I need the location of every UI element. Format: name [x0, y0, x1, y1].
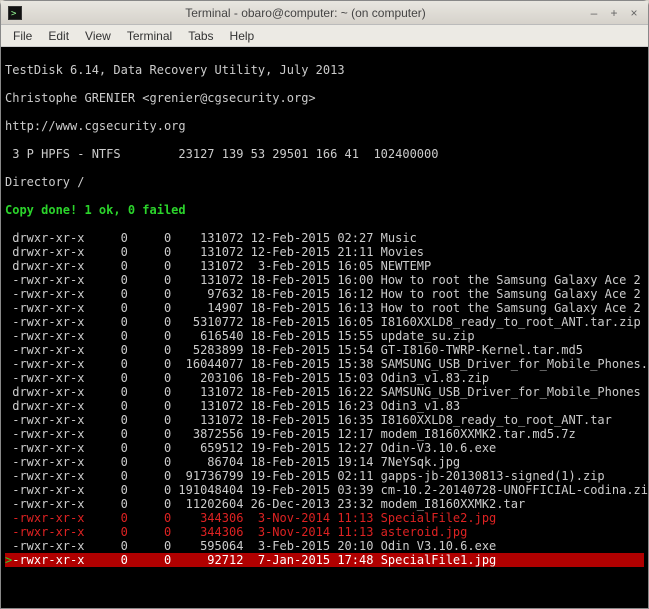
- file-row[interactable]: -rwxr-xr-x 0 0 3872556 19-Feb-2015 12:17…: [5, 427, 644, 441]
- menu-file[interactable]: File: [5, 27, 40, 45]
- directory-line: Directory /: [5, 175, 644, 189]
- app-header-line: TestDisk 6.14, Data Recovery Utility, Ju…: [5, 63, 644, 77]
- menu-view[interactable]: View: [77, 27, 119, 45]
- author-line: Christophe GRENIER <grenier@cgsecurity.o…: [5, 91, 644, 105]
- terminal-icon: >: [7, 5, 23, 21]
- menu-tabs[interactable]: Tabs: [180, 27, 221, 45]
- menu-terminal[interactable]: Terminal: [119, 27, 180, 45]
- file-row[interactable]: -rwxr-xr-x 0 0 616540 18-Feb-2015 15:55 …: [5, 329, 644, 343]
- file-row[interactable]: -rwxr-xr-x 0 0 97632 18-Feb-2015 16:12 H…: [5, 287, 644, 301]
- file-row[interactable]: -rwxr-xr-x 0 0 344306 3-Nov-2014 11:13 a…: [5, 525, 644, 539]
- file-row[interactable]: -rwxr-xr-x 0 0 595064 3-Feb-2015 20:10 O…: [5, 539, 644, 553]
- file-row[interactable]: -rwxr-xr-x 0 0 5310772 18-Feb-2015 16:05…: [5, 315, 644, 329]
- file-row[interactable]: drwxr-xr-x 0 0 131072 18-Feb-2015 16:22 …: [5, 385, 644, 399]
- menubar: FileEditViewTerminalTabsHelp: [1, 25, 648, 47]
- file-row[interactable]: -rwxr-xr-x 0 0 203106 18-Feb-2015 15:03 …: [5, 371, 644, 385]
- file-row[interactable]: -rwxr-xr-x 0 0 659512 19-Feb-2015 12:27 …: [5, 441, 644, 455]
- maximize-button[interactable]: +: [606, 5, 622, 21]
- minimize-button[interactable]: ‒: [586, 5, 602, 21]
- file-row[interactable]: -rwxr-xr-x 0 0 131072 18-Feb-2015 16:00 …: [5, 273, 644, 287]
- menu-edit[interactable]: Edit: [40, 27, 77, 45]
- terminal-window: > Terminal - obaro@computer: ~ (on compu…: [0, 0, 649, 609]
- file-row[interactable]: drwxr-xr-x 0 0 131072 12-Feb-2015 02:27 …: [5, 231, 644, 245]
- url-line: http://www.cgsecurity.org: [5, 119, 644, 133]
- file-row[interactable]: -rwxr-xr-x 0 0 344306 3-Nov-2014 11:13 S…: [5, 511, 644, 525]
- titlebar[interactable]: > Terminal - obaro@computer: ~ (on compu…: [1, 1, 648, 25]
- close-button[interactable]: ×: [626, 5, 642, 21]
- file-row[interactable]: -rwxr-xr-x 0 0 5283899 18-Feb-2015 15:54…: [5, 343, 644, 357]
- file-row[interactable]: drwxr-xr-x 0 0 131072 18-Feb-2015 16:23 …: [5, 399, 644, 413]
- file-row[interactable]: -rwxr-xr-x 0 0 14907 18-Feb-2015 16:13 H…: [5, 301, 644, 315]
- terminal-content[interactable]: TestDisk 6.14, Data Recovery Utility, Ju…: [1, 47, 648, 608]
- file-row[interactable]: -rwxr-xr-x 0 0 91736799 19-Feb-2015 02:1…: [5, 469, 644, 483]
- svg-text:>: >: [11, 9, 17, 19]
- file-row[interactable]: -rwxr-xr-x 0 0 11202604 26-Dec-2013 23:3…: [5, 497, 644, 511]
- blank-line: [5, 581, 644, 595]
- copy-status-line: Copy done! 1 ok, 0 failed: [5, 203, 644, 217]
- file-row[interactable]: >-rwxr-xr-x 0 0 92712 7-Jan-2015 17:48 S…: [5, 553, 644, 567]
- file-row[interactable]: drwxr-xr-x 0 0 131072 12-Feb-2015 21:11 …: [5, 245, 644, 259]
- menu-help[interactable]: Help: [222, 27, 263, 45]
- window-title: Terminal - obaro@computer: ~ (on compute…: [29, 6, 582, 20]
- file-row[interactable]: -rwxr-xr-x 0 0 86704 18-Feb-2015 19:14 7…: [5, 455, 644, 469]
- file-row[interactable]: -rwxr-xr-x 0 0 16044077 18-Feb-2015 15:3…: [5, 357, 644, 371]
- file-row[interactable]: -rwxr-xr-x 0 0 131072 18-Feb-2015 16:35 …: [5, 413, 644, 427]
- file-row[interactable]: drwxr-xr-x 0 0 131072 3-Feb-2015 16:05 N…: [5, 259, 644, 273]
- file-row[interactable]: -rwxr-xr-x 0 0 191048404 19-Feb-2015 03:…: [5, 483, 644, 497]
- file-list[interactable]: drwxr-xr-x 0 0 131072 12-Feb-2015 02:27 …: [5, 231, 644, 567]
- partition-line: 3 P HPFS - NTFS 23127 139 53 29501 166 4…: [5, 147, 644, 161]
